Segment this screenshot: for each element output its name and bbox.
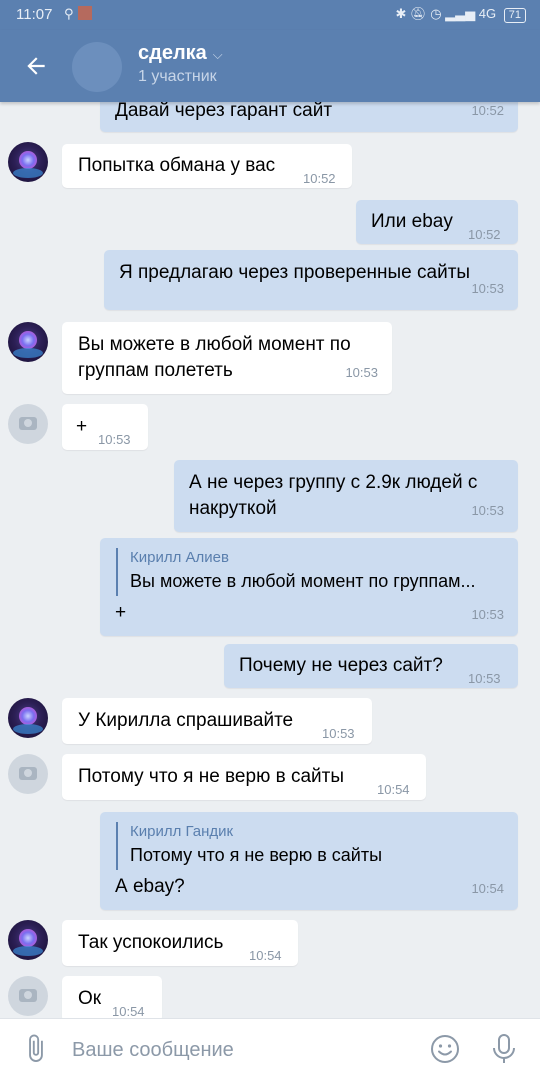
message-outgoing-reply[interactable]: Кирилл Гандик Потому что я не верю в сай… bbox=[100, 812, 518, 910]
camera-icon[interactable] bbox=[8, 754, 48, 794]
chat-title-text: сделка bbox=[138, 42, 207, 64]
message-text: Почему не через сайт? bbox=[239, 655, 443, 676]
sender-avatar[interactable] bbox=[8, 142, 48, 182]
message-text-line2: накруткой bbox=[189, 498, 277, 519]
smile-icon bbox=[431, 1035, 459, 1063]
message-outgoing-reply[interactable]: Кирилл Алиев Вы можете в любой момент по… bbox=[100, 538, 518, 636]
chat-subtitle: 1 участник bbox=[138, 68, 217, 85]
message-incoming[interactable]: Потому что я не верю в сайты 10:54 bbox=[62, 754, 426, 800]
message-text: Так успокоились bbox=[78, 932, 224, 953]
back-button[interactable] bbox=[16, 48, 56, 84]
composer-bar: Ваше сообщение bbox=[0, 1018, 540, 1081]
message-text: А не через группу с 2.9к людей с bbox=[189, 472, 478, 493]
message-outgoing[interactable]: А не через группу с 2.9к людей с накрутк… bbox=[174, 460, 518, 532]
message-time: 10:53 bbox=[98, 432, 131, 447]
message-incoming[interactable]: Ок 10:54 bbox=[62, 976, 162, 1022]
message-incoming[interactable]: + 10:53 bbox=[62, 404, 148, 450]
voice-button[interactable] bbox=[490, 1033, 518, 1065]
chevron-down-icon: ⌵ bbox=[212, 47, 223, 62]
message-time: 10:53 bbox=[468, 671, 501, 686]
message-input[interactable]: Ваше сообщение bbox=[72, 1039, 234, 1062]
message-outgoing[interactable]: Я предлагаю через проверенные сайты 10:5… bbox=[104, 250, 518, 310]
message-incoming[interactable]: Так успокоились 10:54 bbox=[62, 920, 298, 966]
message-text: Потому что я не верю в сайты bbox=[78, 766, 345, 787]
message-incoming[interactable]: Вы можете в любой момент по группам поле… bbox=[62, 322, 392, 394]
app-notification-icon bbox=[77, 6, 92, 20]
quote-text: Вы можете в любой момент по группам... bbox=[130, 571, 476, 591]
quote-author: Кирилл Алиев bbox=[130, 549, 229, 566]
message-text: Ок bbox=[78, 988, 102, 1009]
message-list[interactable]: Давай через гарант сайт 10:52 Попытка об… bbox=[0, 0, 540, 1022]
status-time: 11:07 bbox=[16, 6, 53, 23]
arrow-left-icon bbox=[27, 57, 45, 75]
message-text: Или ebay bbox=[371, 211, 453, 232]
message-time: 10:53 bbox=[471, 281, 504, 296]
alarm-icon: ◷ bbox=[430, 6, 442, 21]
battery-icon: 71 bbox=[503, 8, 526, 23]
microphone-icon bbox=[493, 1034, 515, 1063]
message-text: Попытка обмана у вас bbox=[78, 155, 276, 176]
message-outgoing[interactable]: Или ebay 10:52 bbox=[356, 200, 518, 244]
status-notification-icons: ⚲ bbox=[64, 6, 92, 22]
message-time: 10:52 bbox=[303, 171, 336, 186]
message-text: У Кирилла спрашивайте bbox=[78, 710, 294, 731]
message-text: + bbox=[76, 416, 88, 437]
quote-text: Потому что я не верю в сайты bbox=[130, 845, 383, 865]
network-type: 4G bbox=[478, 6, 497, 21]
sender-avatar[interactable] bbox=[8, 698, 48, 738]
message-time: 10:53 bbox=[322, 726, 355, 741]
message-incoming[interactable]: У Кирилла спрашивайте 10:53 bbox=[62, 698, 372, 744]
status-bar: 11:07 ⚲ ✱ 🔕︎ ◷ ▂▃▅ 4G 71 bbox=[0, 0, 540, 30]
message-time: 10:53 bbox=[471, 607, 504, 622]
bluetooth-icon: ✱ bbox=[395, 6, 407, 21]
mute-icon: 🔕︎ bbox=[410, 6, 427, 21]
message-time: 10:53 bbox=[471, 503, 504, 518]
sender-avatar[interactable] bbox=[8, 920, 48, 960]
message-text: А ebay? bbox=[115, 876, 185, 897]
sender-avatar[interactable] bbox=[8, 322, 48, 362]
quote-author: Кирилл Гандик bbox=[130, 823, 234, 840]
status-system-icons: ✱ 🔕︎ ◷ ▂▃▅ 4G 71 bbox=[396, 6, 526, 23]
emoji-button[interactable] bbox=[430, 1034, 460, 1064]
quoted-message[interactable]: Кирилл Алиев Вы можете в любой момент по… bbox=[116, 548, 476, 596]
paperclip-icon bbox=[29, 1034, 43, 1062]
message-text: + bbox=[115, 602, 127, 623]
chat-avatar[interactable] bbox=[72, 42, 122, 92]
signal-icon: ▂▃▅ bbox=[445, 6, 476, 21]
message-incoming[interactable]: Попытка обмана у вас 10:52 bbox=[62, 144, 352, 188]
message-time: 10:54 bbox=[377, 782, 410, 797]
message-outgoing[interactable]: Почему не через сайт? 10:53 bbox=[224, 644, 518, 688]
attach-button[interactable] bbox=[13, 1026, 58, 1071]
camera-icon[interactable] bbox=[8, 976, 48, 1016]
message-time: 10:54 bbox=[249, 948, 282, 963]
quoted-message[interactable]: Кирилл Гандик Потому что я не верю в сай… bbox=[116, 822, 382, 870]
message-text-line2: группам полететь bbox=[78, 360, 233, 381]
camera-icon[interactable] bbox=[8, 404, 48, 444]
message-time: 10:53 bbox=[345, 365, 378, 380]
message-time: 10:54 bbox=[471, 881, 504, 896]
chat-title[interactable]: сделка ⌵ bbox=[138, 42, 223, 65]
message-text: Я предлагаю через проверенные сайты bbox=[119, 262, 471, 283]
chat-header: сделка ⌵ 1 участник bbox=[0, 30, 540, 102]
message-text: Вы можете в любой момент по bbox=[78, 334, 351, 355]
message-time: 10:52 bbox=[468, 227, 501, 242]
